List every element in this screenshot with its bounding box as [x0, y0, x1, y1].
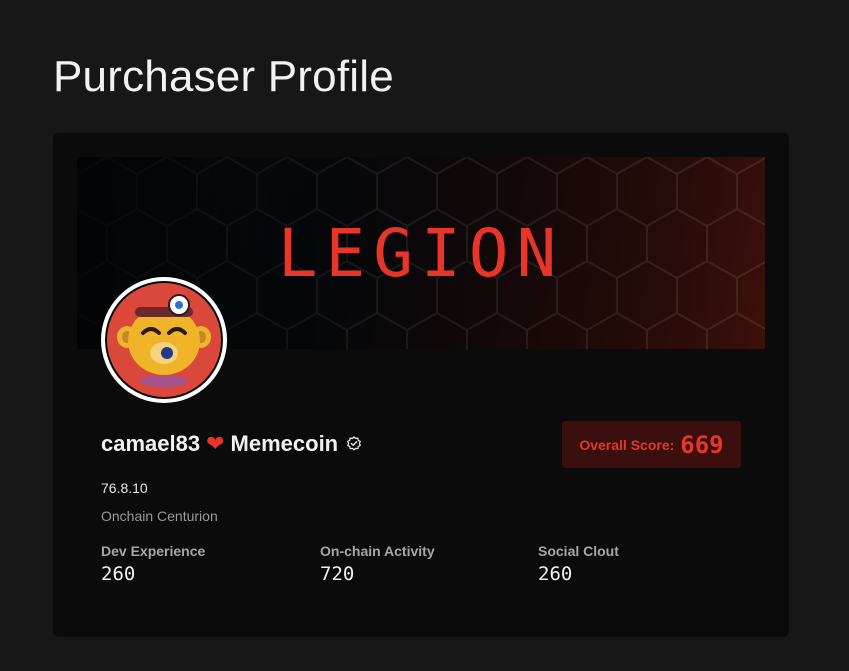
stat-onchain-activity: On-chain Activity 720 [320, 543, 435, 585]
stat-social-clout: Social Clout 260 [538, 543, 619, 585]
profile-rank: Onchain Centurion [101, 508, 218, 524]
avatar [101, 277, 227, 403]
stat-value: 260 [538, 563, 573, 585]
overall-score-value: 669 [680, 430, 724, 459]
verified-badge-icon [346, 436, 362, 452]
stat-label: Dev Experience [101, 543, 206, 559]
page-title: Purchaser Profile [53, 52, 394, 101]
profile-version: 76.8.10 [101, 480, 148, 496]
monkey-mascot-avatar-icon [107, 283, 221, 397]
profile-card: LEGION camael83 ❤ Memecoin Overall Score… [53, 133, 789, 637]
stat-dev-experience: Dev Experience 260 [101, 543, 205, 585]
username: camael83 [101, 431, 201, 456]
stat-label: Social Clout [538, 543, 619, 559]
overall-score-badge: Overall Score: 669 [562, 421, 741, 468]
stat-value: 720 [320, 563, 355, 585]
stat-label: On-chain Activity [320, 543, 435, 559]
stat-value: 260 [101, 563, 136, 585]
overall-score-label: Overall Score: [579, 436, 675, 453]
project-name: Memecoin [230, 431, 339, 456]
heart-icon: ❤ [206, 431, 225, 456]
profile-name-row: camael83 ❤ Memecoin [101, 431, 362, 457]
